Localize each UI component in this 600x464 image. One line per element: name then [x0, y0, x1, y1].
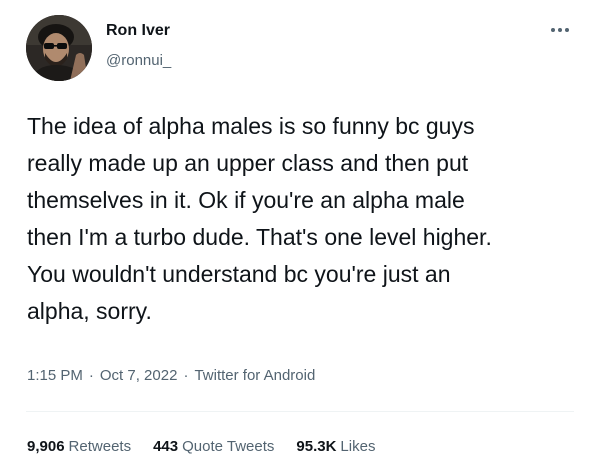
separator-dot: · — [88, 367, 94, 384]
tweet-stats: 9,906 Retweets 443 Quote Tweets 95.3K Li… — [27, 437, 397, 457]
avatar[interactable] — [26, 15, 92, 81]
tweet-meta: 1:15 PM · Oct 7, 2022 · Twitter for Andr… — [27, 366, 315, 386]
author-handle[interactable]: @ronnui_ — [106, 51, 171, 70]
tweet-source[interactable]: Twitter for Android — [194, 366, 315, 386]
separator-dot: · — [183, 367, 189, 384]
more-options-button[interactable] — [546, 20, 574, 40]
quote-tweets-stat[interactable]: 443 Quote Tweets — [153, 437, 274, 457]
likes-stat[interactable]: 95.3K Likes — [296, 437, 375, 457]
retweets-stat[interactable]: 9,906 Retweets — [27, 437, 131, 457]
tweet-text: The idea of alpha males is so funny bc g… — [27, 113, 492, 324]
tweet-date[interactable]: Oct 7, 2022 — [100, 366, 178, 386]
author-block: Ron Iver @ronnui_ — [106, 21, 171, 70]
retweets-label: Retweets — [68, 438, 132, 455]
author-name[interactable]: Ron Iver — [106, 21, 171, 41]
retweets-count: 9,906 — [27, 438, 65, 455]
tweet-card: Ron Iver @ronnui_ The idea of alpha male… — [0, 0, 600, 464]
divider — [26, 411, 574, 412]
quote-tweets-count: 443 — [153, 438, 179, 455]
tweet-time[interactable]: 1:15 PM — [27, 366, 83, 386]
likes-count: 95.3K — [296, 438, 337, 455]
avatar-photo — [26, 15, 92, 81]
more-horizontal-icon — [551, 28, 569, 32]
quote-tweets-label: Quote Tweets — [182, 438, 275, 455]
likes-label: Likes — [340, 438, 376, 455]
